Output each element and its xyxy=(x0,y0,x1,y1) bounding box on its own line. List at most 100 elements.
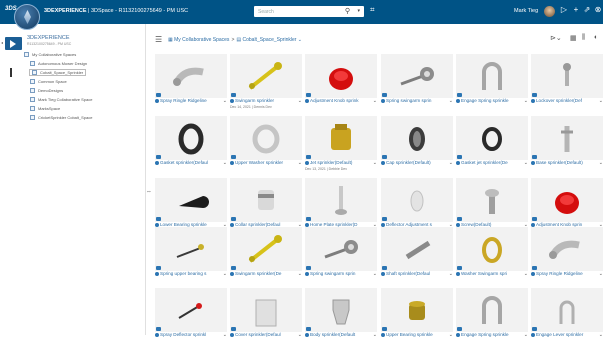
checkbox-icon[interactable] xyxy=(32,70,37,76)
part-thumbnail[interactable] xyxy=(381,54,453,98)
tree-item[interactable]: Mark Tieg Collaborative Space xyxy=(30,97,92,103)
tree-item[interactable]: CricketSprinkler Cobalt_Space xyxy=(30,115,92,121)
chevron-down-icon[interactable]: ⌄ xyxy=(223,271,227,277)
chevron-down-icon[interactable]: ⌄ xyxy=(373,98,377,104)
tag-icon[interactable]: ⌗ xyxy=(370,5,375,15)
tree-item[interactable]: Common Space xyxy=(30,79,67,85)
part-card[interactable]: Body sprinkler(Default ⌄ xyxy=(305,288,377,351)
list-view-icon[interactable]: ⫼ xyxy=(582,34,585,42)
part-thumbnail[interactable] xyxy=(305,178,377,222)
chevron-down-icon[interactable]: ⌄ xyxy=(373,271,377,277)
chevron-down-icon[interactable]: ⌄ xyxy=(449,271,453,277)
part-thumbnail[interactable] xyxy=(305,288,377,332)
community-icon[interactable]: ⊗ xyxy=(593,5,603,14)
workspace-title[interactable]: 3DEXPERIENCE xyxy=(27,35,70,41)
part-thumbnail[interactable] xyxy=(456,178,528,222)
part-card[interactable]: Upper Bearing sprinkle ⌄ xyxy=(381,288,453,351)
part-card[interactable]: Gasket sprinkler(Defaul ⌄ xyxy=(155,116,227,179)
part-title[interactable]: Swingarm sprinkler xyxy=(230,98,292,105)
part-thumbnail[interactable] xyxy=(381,116,453,160)
chevron-down-icon[interactable]: ⌄ xyxy=(223,160,227,166)
checkbox-icon[interactable] xyxy=(30,97,35,103)
part-title[interactable]: Body sprinkler(Default xyxy=(305,332,367,339)
part-title[interactable]: Cap sprinkler(Default) xyxy=(381,160,443,167)
part-thumbnail[interactable] xyxy=(381,288,453,332)
chevron-down-icon[interactable]: ⌄ xyxy=(298,98,302,104)
part-card[interactable]: Lockover sprinkler(Def ⌄ xyxy=(531,54,603,117)
chevron-down-icon[interactable]: ⌄ xyxy=(599,160,603,166)
part-title[interactable]: Cover sprinkler(Defaul xyxy=(230,332,292,339)
part-thumbnail[interactable] xyxy=(230,178,302,222)
chevron-down-icon[interactable]: ⌄ xyxy=(298,332,302,338)
part-thumbnail[interactable] xyxy=(531,288,603,332)
part-card[interactable]: Cover sprinkler(Defaul ⌄ xyxy=(230,288,302,351)
part-card[interactable]: Jet sprinkler(Default) Dec 13, 2021 | Deb… xyxy=(305,116,377,179)
chevron-down-icon[interactable]: ⌄ xyxy=(599,98,603,104)
part-title[interactable]: Swingarm sprinkler(De xyxy=(230,271,292,278)
part-thumbnail[interactable] xyxy=(531,54,603,98)
grid-view-icon[interactable]: ▦ xyxy=(570,34,577,42)
chevron-down-icon[interactable]: ⌄ xyxy=(599,271,603,277)
part-title[interactable]: Shaft sprinkler(Defaul xyxy=(381,271,443,278)
checkbox-icon[interactable] xyxy=(30,115,35,121)
part-thumbnail[interactable] xyxy=(155,288,227,332)
tree-item-selected[interactable]: Cobalt_Space_Sprinkler xyxy=(29,69,87,77)
panel-resize-handle[interactable]: ⇔ xyxy=(146,189,152,195)
chevron-down-icon[interactable]: ⌄ xyxy=(298,37,302,43)
part-thumbnail[interactable] xyxy=(531,116,603,160)
tree-root[interactable]: My Collaborative Spaces xyxy=(24,52,76,58)
part-card[interactable]: Adjustment Knob sprink ⌄ xyxy=(305,54,377,117)
part-thumbnail[interactable] xyxy=(531,227,603,271)
part-title[interactable]: Upper Washer sprinkler xyxy=(230,160,292,167)
chevron-down-icon[interactable]: ⌄ xyxy=(524,332,528,338)
compass-icon[interactable]: 3DS xyxy=(5,4,40,30)
part-card[interactable]: Spray Ringle Ridgeline ⌄ xyxy=(531,227,603,290)
part-title[interactable]: Spray Deflector sprinkl xyxy=(155,332,217,339)
checkbox-icon[interactable] xyxy=(30,106,35,112)
chevron-down-icon[interactable]: ⌄ xyxy=(524,160,528,166)
chevron-down-icon[interactable]: ⌄ xyxy=(599,332,603,338)
part-thumbnail[interactable] xyxy=(305,54,377,98)
part-thumbnail[interactable] xyxy=(305,227,377,271)
part-thumbnail[interactable] xyxy=(456,116,528,160)
part-card[interactable]: Swingarm sprinkler(De ⌄ xyxy=(230,227,302,290)
part-thumbnail[interactable] xyxy=(456,288,528,332)
chevron-down-icon[interactable]: ⌄ xyxy=(373,160,377,166)
breadcrumb-current[interactable]: Cobalt_Space_Sprinkler xyxy=(242,37,296,43)
part-title[interactable]: Upper Bearing sprinkle xyxy=(381,332,443,339)
part-card[interactable]: Spring upper bearing s ⌄ xyxy=(155,227,227,290)
part-title[interactable]: Base sprinkler(Default) xyxy=(531,160,593,167)
part-card[interactable]: Washer Swingarm spri ⌄ xyxy=(456,227,528,290)
avatar[interactable] xyxy=(544,6,555,17)
part-card[interactable]: Spray Deflector sprinkl ⌄ xyxy=(155,288,227,351)
part-card[interactable]: Gasket jet sprinkler(De ⌄ xyxy=(456,116,528,179)
part-thumbnail[interactable] xyxy=(531,178,603,222)
chevron-down-icon[interactable]: ⌄ xyxy=(449,332,453,338)
tree-item[interactable]: MarksSpace xyxy=(30,106,60,112)
part-title[interactable]: Engage Spring sprinkle xyxy=(456,98,518,105)
user-name[interactable]: Mark Tieg xyxy=(514,8,538,14)
menu-icon[interactable]: ☰ xyxy=(155,35,162,44)
part-thumbnail[interactable] xyxy=(456,54,528,98)
part-title[interactable]: Spring upper bearing s xyxy=(155,271,217,278)
chevron-down-icon[interactable]: ⌄ xyxy=(298,160,302,166)
part-thumbnail[interactable] xyxy=(305,116,377,160)
tree-item[interactable]: DemoDesigns xyxy=(30,88,63,94)
collapse-caret-icon[interactable]: ◂ xyxy=(1,40,3,45)
checkbox-icon[interactable] xyxy=(30,79,35,85)
part-card[interactable]: Engage Spring sprinkle ⌄ xyxy=(456,54,528,117)
part-thumbnail[interactable] xyxy=(456,227,528,271)
part-card[interactable]: Engage Spring sprinkle ⌄ xyxy=(456,288,528,351)
part-card[interactable]: Shaft sprinkler(Defaul ⌄ xyxy=(381,227,453,290)
part-card[interactable]: Upper Washer sprinkler ⌄ xyxy=(230,116,302,179)
chevron-down-icon[interactable]: ⌄ xyxy=(298,271,302,277)
info-icon[interactable]: ◐ xyxy=(594,34,598,41)
filter-icon[interactable]: ⊳⌄ xyxy=(550,34,562,42)
part-thumbnail[interactable] xyxy=(381,178,453,222)
part-thumbnail[interactable] xyxy=(230,288,302,332)
part-title[interactable]: Washer Swingarm spri xyxy=(456,271,518,278)
chevron-down-icon[interactable]: ⌄ xyxy=(223,98,227,104)
chevron-down-icon[interactable]: ⌄ xyxy=(223,332,227,338)
part-card[interactable]: Swingarm sprinkler Dec 14, 2021 | Dennis … xyxy=(230,54,302,117)
part-thumbnail[interactable] xyxy=(155,227,227,271)
